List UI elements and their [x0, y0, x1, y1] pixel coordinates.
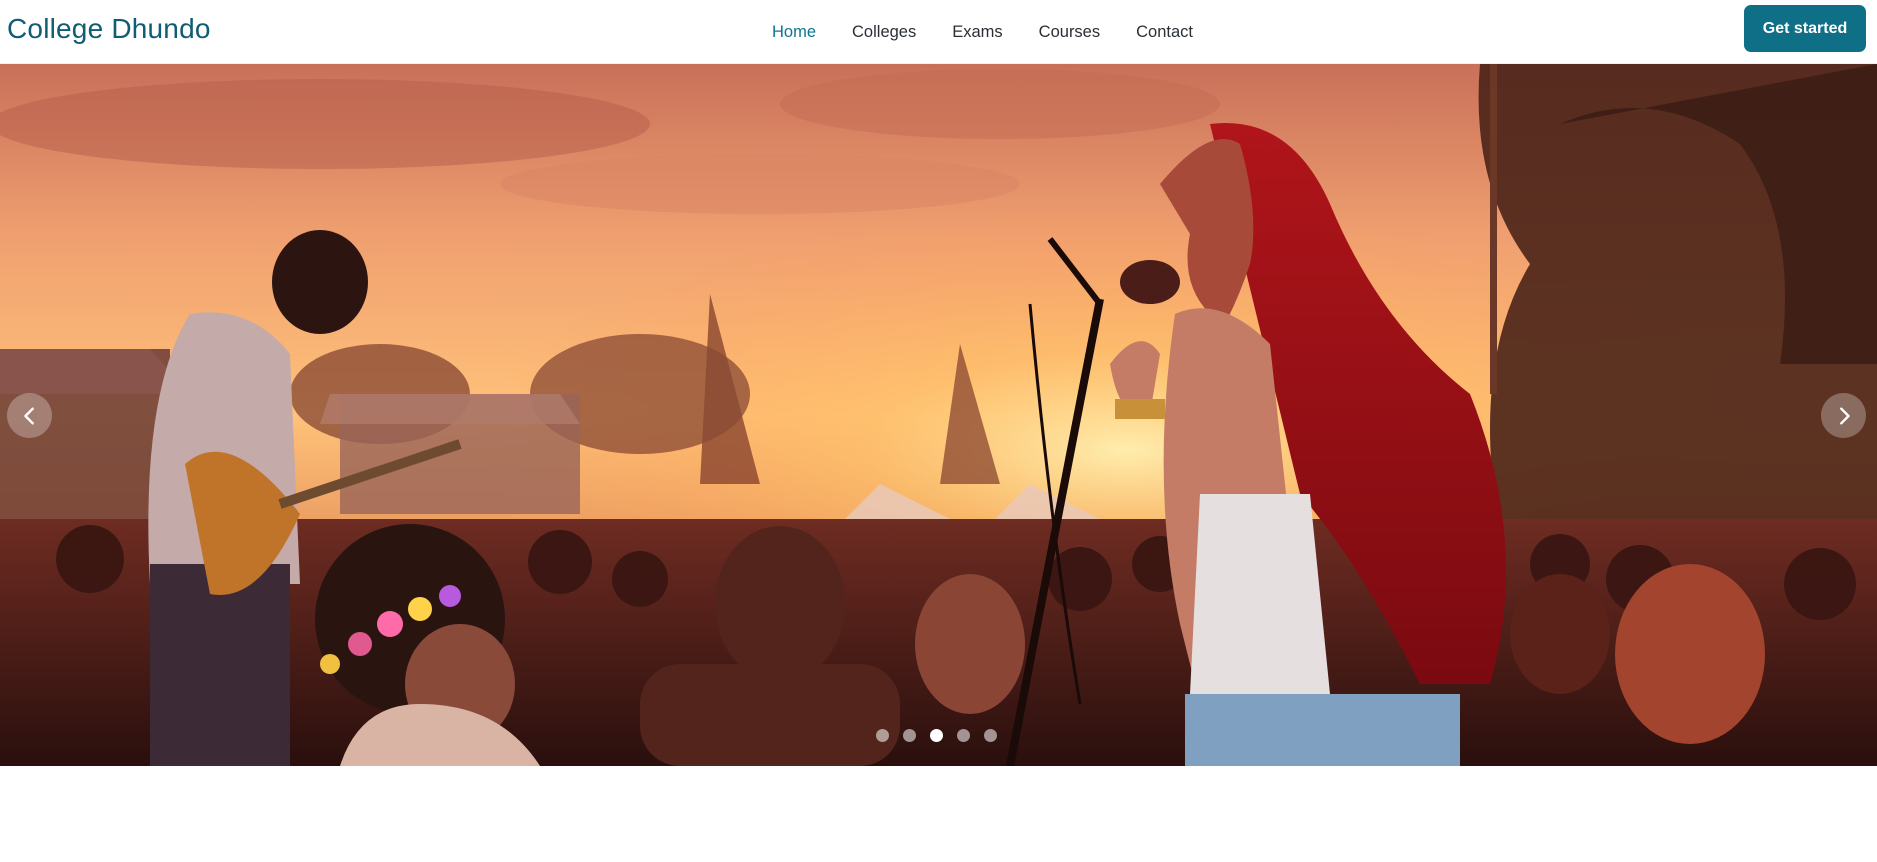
main-nav: Home Colleges Exams Courses Contact [772, 0, 1229, 64]
hero-carousel [0, 64, 1877, 766]
nav-link-exams[interactable]: Exams [952, 22, 1002, 42]
nav-link-home[interactable]: Home [772, 22, 816, 42]
carousel-next-button[interactable] [1821, 393, 1866, 438]
hero-slide-image [0, 64, 1877, 766]
chevron-right-icon [1839, 406, 1850, 425]
page-content-area [0, 766, 1877, 862]
nav-link-courses[interactable]: Courses [1039, 22, 1100, 42]
carousel-dot-1[interactable] [876, 729, 889, 742]
nav-link-colleges[interactable]: Colleges [852, 22, 916, 42]
carousel-prev-button[interactable] [7, 393, 52, 438]
chevron-left-icon [23, 406, 34, 425]
carousel-indicators [876, 729, 1011, 742]
nav-link-contact[interactable]: Contact [1136, 22, 1193, 42]
site-header: College Dhundo Home Colleges Exams Cours… [0, 0, 1877, 64]
carousel-dot-2[interactable] [903, 729, 916, 742]
carousel-dot-4[interactable] [957, 729, 970, 742]
carousel-dot-3[interactable] [930, 729, 943, 742]
brand-logo[interactable]: College Dhundo [7, 13, 211, 45]
carousel-dot-5[interactable] [984, 729, 997, 742]
get-started-button[interactable]: Get started [1744, 5, 1866, 52]
